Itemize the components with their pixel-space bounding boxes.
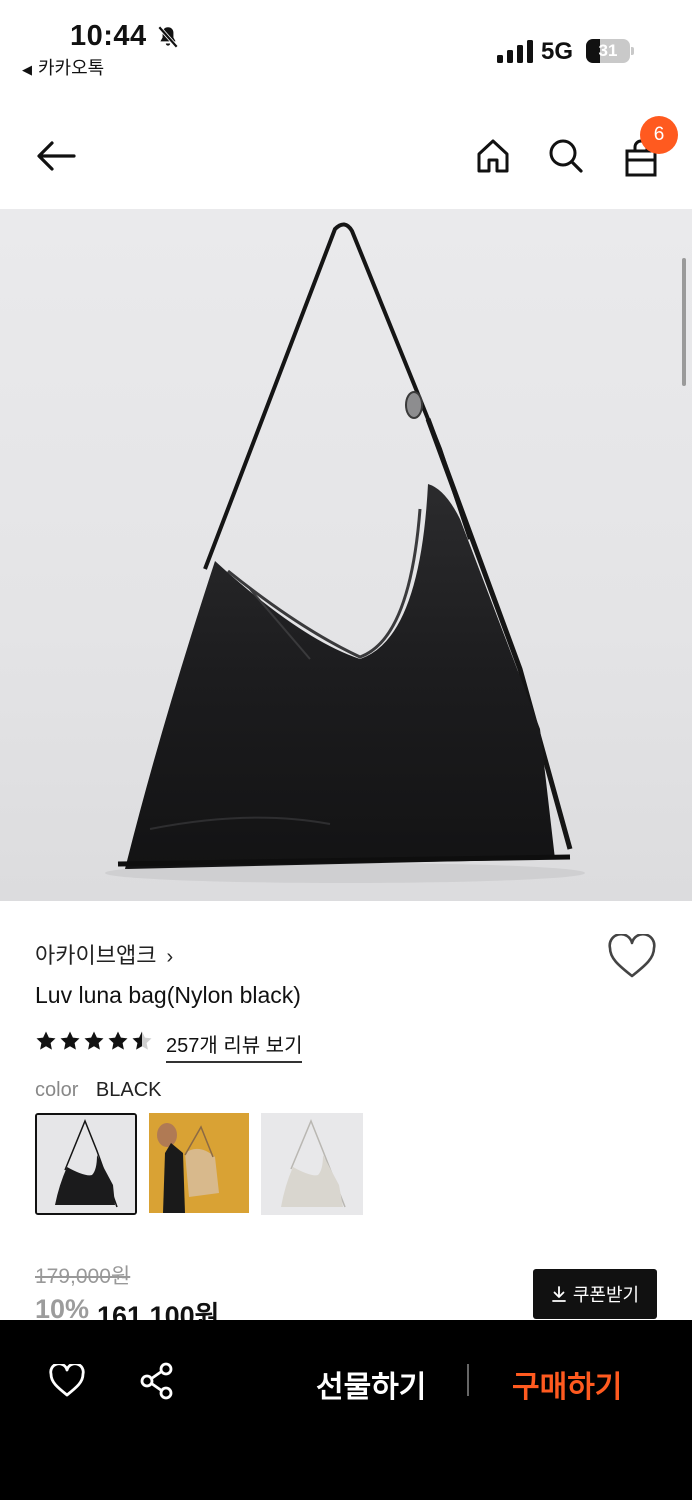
back-app-label: 카카오톡 <box>38 58 105 78</box>
color-swatch-ivory[interactable] <box>261 1113 363 1215</box>
star-icon <box>108 1031 128 1050</box>
search-button[interactable] <box>542 132 590 180</box>
battery-level: 31 <box>598 41 618 60</box>
wishlist-button[interactable] <box>606 932 658 980</box>
arrow-left-icon <box>37 141 76 171</box>
network-type: 5G <box>541 38 574 65</box>
status-time: 10:44 <box>70 20 147 52</box>
battery-cap <box>631 47 634 55</box>
heart-icon <box>49 1364 85 1397</box>
chevron-right-icon: › <box>166 946 174 968</box>
star-icon <box>84 1031 104 1050</box>
product-image[interactable] <box>0 209 692 901</box>
bag-illustration <box>105 222 585 883</box>
buy-button[interactable]: 구매하기 <box>512 1362 622 1406</box>
star-icon <box>36 1031 56 1050</box>
share-icon <box>140 1362 173 1400</box>
original-price: 179,000원 <box>35 1265 131 1288</box>
star-icon <box>60 1031 80 1050</box>
rating-stars <box>35 1030 153 1052</box>
scroll-indicator <box>682 258 686 386</box>
star-icon <box>132 1031 152 1050</box>
product-name: Luv luna bag(Nylon black) <box>35 982 301 1008</box>
heart-icon <box>608 932 656 978</box>
home-icon <box>477 139 509 173</box>
brand-link[interactable]: 아카이브앱크 › <box>35 938 173 970</box>
share-button[interactable] <box>132 1356 182 1406</box>
ivory-bag-thumbnail <box>261 1113 363 1215</box>
cart-count-badge: 6 <box>640 116 678 154</box>
bottom-divider <box>467 1364 469 1396</box>
status-bar: 10:44 ◀ 카카오톡 5G 31 <box>0 0 692 90</box>
battery-icon: 31 <box>586 39 630 63</box>
color-swatch-beige[interactable] <box>149 1113 251 1215</box>
back-triangle-icon: ◀ <box>22 62 32 77</box>
coupon-label: 쿠폰받기 <box>572 1285 640 1305</box>
back-to-app-link[interactable]: ◀ 카카오톡 <box>22 54 104 80</box>
color-label: color <box>35 1079 79 1101</box>
home-button[interactable] <box>469 132 517 180</box>
color-swatch-black[interactable] <box>35 1113 137 1215</box>
back-button[interactable] <box>32 132 80 180</box>
signal-icon <box>497 40 533 63</box>
bottom-wishlist-button[interactable] <box>42 1356 92 1406</box>
brand-name: 아카이브앱크 <box>35 943 157 968</box>
gift-button[interactable]: 선물하기 <box>316 1362 426 1406</box>
search-icon <box>549 139 583 173</box>
bottom-action-bar <box>0 1320 692 1500</box>
color-row: color BLACK <box>35 1079 162 1102</box>
color-value: BLACK <box>95 1079 162 1101</box>
black-bag-thumbnail <box>37 1115 135 1213</box>
download-icon <box>551 1286 566 1302</box>
reviews-link[interactable]: 257개 리뷰 보기 <box>166 1029 303 1063</box>
beige-bag-thumbnail <box>149 1113 249 1213</box>
coupon-button[interactable]: 쿠폰받기 <box>533 1269 657 1319</box>
bell-muted-icon <box>157 25 179 49</box>
